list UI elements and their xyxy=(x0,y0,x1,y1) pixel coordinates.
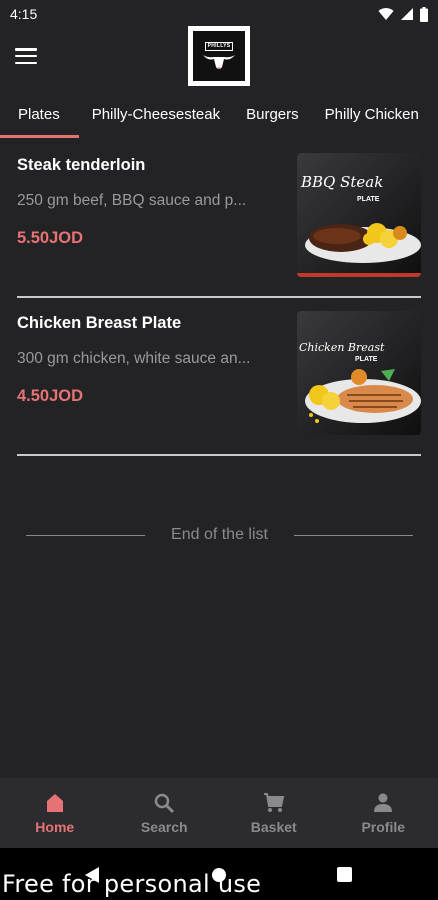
wifi-icon xyxy=(378,8,394,20)
cart-icon xyxy=(263,793,284,812)
item-price: 5.50JOD xyxy=(17,229,84,247)
list-item[interactable]: Chicken Breast Plate 300 gm chicken, whi… xyxy=(17,298,421,456)
steak-plate-image: BBQ Steak PLATE xyxy=(297,153,421,277)
item-description: 250 gm beef, BBQ sauce and p... xyxy=(17,192,247,209)
nav-profile[interactable]: Profile xyxy=(329,778,438,848)
nav-search-label: Search xyxy=(140,819,188,835)
watermark-text: Free for personal use xyxy=(2,870,262,898)
list-item[interactable]: Steak tenderloin 250 gm beef, BBQ sauce … xyxy=(17,140,421,298)
category-tabs: Plates Philly-Cheesesteak Burgers Philly… xyxy=(0,92,438,138)
nav-home-label: Home xyxy=(35,819,75,835)
nav-basket[interactable]: Basket xyxy=(219,778,329,848)
item-name: Chicken Breast Plate xyxy=(17,314,182,332)
home-icon xyxy=(46,794,63,812)
menu-list: Steak tenderloin 250 gm beef, BBQ sauce … xyxy=(0,140,438,456)
recents-icon[interactable] xyxy=(337,867,352,882)
bottom-navigation: Home Search Basket Profile xyxy=(0,778,438,848)
search-icon xyxy=(155,793,175,814)
battery-icon xyxy=(420,6,428,22)
status-icons xyxy=(378,6,428,22)
item-price: 4.50JOD xyxy=(17,387,84,405)
item-image[interactable]: Chicken Breast PLATE xyxy=(297,311,421,435)
item-description: 300 gm chicken, white sauce an... xyxy=(17,350,251,367)
image-caption: BBQ Steak xyxy=(300,173,383,191)
nav-home[interactable]: Home xyxy=(0,778,110,848)
tab-philly-cheesesteak[interactable]: Philly-Cheesesteak xyxy=(79,92,233,136)
signal-icon xyxy=(401,8,413,20)
menu-icon[interactable] xyxy=(14,44,38,68)
divider xyxy=(293,534,414,536)
item-name: Steak tenderloin xyxy=(17,156,146,174)
nav-search[interactable]: Search xyxy=(110,778,220,848)
tab-philly-chicken[interactable]: Philly Chicken xyxy=(312,92,432,136)
nav-profile-label: Profile xyxy=(361,819,406,835)
chicken-plate-image: Chicken Breast PLATE xyxy=(297,311,421,435)
tab-plates[interactable]: Plates xyxy=(0,92,79,138)
item-image[interactable]: BBQ Steak PLATE xyxy=(297,153,421,277)
end-of-list: End of the list xyxy=(26,523,414,547)
bull-logo-icon xyxy=(203,54,235,69)
brand-logo: PHILLYS xyxy=(188,26,250,86)
status-time: 4:15 xyxy=(10,6,38,22)
divider xyxy=(26,534,146,536)
logo-text: PHILLYS xyxy=(204,41,234,51)
person-icon xyxy=(374,793,393,812)
end-of-list-text: End of the list xyxy=(171,526,268,543)
image-subcaption: PLATE xyxy=(355,356,378,363)
tab-burgers[interactable]: Burgers xyxy=(233,92,312,136)
status-bar: 4:15 xyxy=(0,0,438,28)
nav-basket-label: Basket xyxy=(250,819,297,835)
image-subcaption: PLATE xyxy=(357,196,380,203)
app-header: PHILLYS xyxy=(0,26,438,90)
image-caption: Chicken Breast xyxy=(299,341,385,354)
